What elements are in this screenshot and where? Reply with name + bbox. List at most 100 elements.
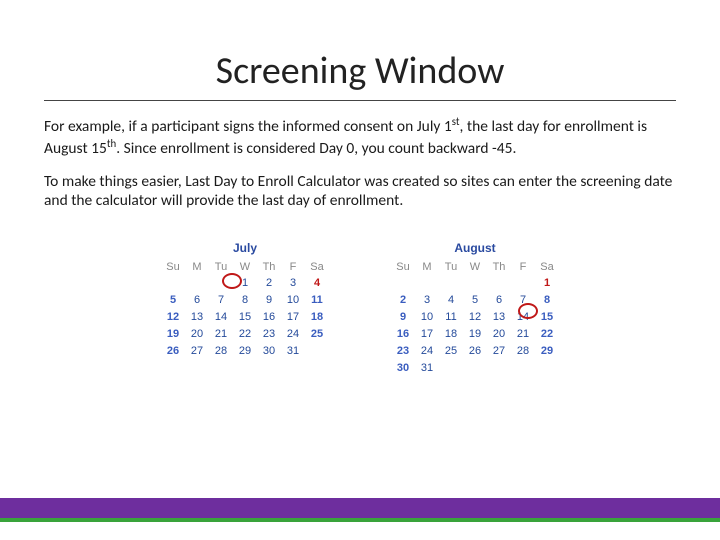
calendar-dow: Su xyxy=(395,260,411,274)
calendar-day: 8 xyxy=(237,293,253,308)
calendar-day: 27 xyxy=(491,344,507,359)
calendar-day xyxy=(539,361,555,376)
calendar-july: JulySuMTuWThFSa1234567891011121314151617… xyxy=(157,241,333,378)
calendar-day: 14 xyxy=(515,310,531,325)
calendar-day: 9 xyxy=(261,293,277,308)
calendar-day: 12 xyxy=(467,310,483,325)
slide-title: Screening Window xyxy=(44,48,676,101)
calendar-day: 1 xyxy=(539,276,555,291)
calendar-day: 24 xyxy=(419,344,435,359)
calendar-day: 11 xyxy=(443,310,459,325)
calendar-dow: M xyxy=(189,260,205,274)
calendar-day: 6 xyxy=(491,293,507,308)
calendar-day xyxy=(443,361,459,376)
calendar-day: 28 xyxy=(213,344,229,359)
calendar-day: 9 xyxy=(395,310,411,325)
calendar-dow: Sa xyxy=(539,260,555,274)
calendar-day: 16 xyxy=(395,327,411,342)
calendar-day: 6 xyxy=(189,293,205,308)
calendar-dow: Tu xyxy=(443,260,459,274)
calendar-day: 1 xyxy=(237,276,253,291)
calendar-day: 5 xyxy=(467,293,483,308)
calendar-day: 7 xyxy=(515,293,531,308)
calendar-day: 21 xyxy=(515,327,531,342)
calendar-day: 19 xyxy=(165,327,181,342)
calendar-day: 27 xyxy=(189,344,205,359)
calendar-day: 18 xyxy=(309,310,325,325)
calendar-day: 10 xyxy=(419,310,435,325)
calendar-day: 26 xyxy=(165,344,181,359)
paragraph-1: For example, if a participant signs the … xyxy=(44,115,676,158)
calendar-day xyxy=(309,344,325,359)
calendar-day xyxy=(165,276,181,291)
calendar-day: 23 xyxy=(261,327,277,342)
calendar-day: 17 xyxy=(419,327,435,342)
calendar-day: 14 xyxy=(213,310,229,325)
calendar-title: August xyxy=(387,241,563,258)
p1-a: For example, if a participant signs the … xyxy=(44,117,452,136)
footer-accent-bar xyxy=(0,498,720,522)
calendar-day: 19 xyxy=(467,327,483,342)
calendar-day: 7 xyxy=(213,293,229,308)
calendar-dow: F xyxy=(515,260,531,274)
calendar-day: 30 xyxy=(261,344,277,359)
calendar-day: 5 xyxy=(165,293,181,308)
p1-sup2: th xyxy=(107,137,116,150)
calendar-day: 15 xyxy=(237,310,253,325)
calendar-day: 22 xyxy=(237,327,253,342)
calendar-day: 2 xyxy=(261,276,277,291)
calendar-day xyxy=(467,276,483,291)
calendar-day xyxy=(189,276,205,291)
calendar-day: 13 xyxy=(491,310,507,325)
calendar-day xyxy=(491,276,507,291)
calendar-day: 25 xyxy=(309,327,325,342)
calendar-dow: W xyxy=(237,260,253,274)
paragraph-2: To make things easier, Last Day to Enrol… xyxy=(44,172,676,211)
p1-c: . Since enrollment is considered Day 0, … xyxy=(116,139,516,158)
calendar-day: 18 xyxy=(443,327,459,342)
calendar-day: 16 xyxy=(261,310,277,325)
calendar-day xyxy=(419,276,435,291)
calendar-dow: Sa xyxy=(309,260,325,274)
calendar-day: 30 xyxy=(395,361,411,376)
calendar-day: 10 xyxy=(285,293,301,308)
calendar-day: 26 xyxy=(467,344,483,359)
calendar-dow: Tu xyxy=(213,260,229,274)
calendar-day xyxy=(395,276,411,291)
calendar-day: 11 xyxy=(309,293,325,308)
p1-sup1: st xyxy=(452,115,460,128)
calendar-day xyxy=(443,276,459,291)
calendar-day: 24 xyxy=(285,327,301,342)
calendar-day: 31 xyxy=(285,344,301,359)
calendar-august: AugustSuMTuWThFSa12345678910111213141516… xyxy=(387,241,563,378)
calendar-dow: Th xyxy=(261,260,277,274)
calendar-day: 20 xyxy=(491,327,507,342)
calendar-day: 29 xyxy=(237,344,253,359)
calendar-day: 4 xyxy=(309,276,325,291)
calendar-day xyxy=(491,361,507,376)
calendar-day: 8 xyxy=(539,293,555,308)
calendar-container: JulySuMTuWThFSa1234567891011121314151617… xyxy=(44,241,676,378)
calendar-title: July xyxy=(157,241,333,258)
calendar-day: 29 xyxy=(539,344,555,359)
calendar-day xyxy=(467,361,483,376)
calendar-day: 17 xyxy=(285,310,301,325)
calendar-day: 31 xyxy=(419,361,435,376)
calendar-dow: M xyxy=(419,260,435,274)
calendar-day: 3 xyxy=(285,276,301,291)
calendar-day: 12 xyxy=(165,310,181,325)
calendar-day xyxy=(213,276,229,291)
calendar-grid: SuMTuWThFSa12345678910111213141516171819… xyxy=(387,258,563,378)
calendar-day xyxy=(515,276,531,291)
calendar-day: 3 xyxy=(419,293,435,308)
calendar-day: 28 xyxy=(515,344,531,359)
calendar-day: 21 xyxy=(213,327,229,342)
calendar-day: 22 xyxy=(539,327,555,342)
calendar-dow: Su xyxy=(165,260,181,274)
calendar-day: 15 xyxy=(539,310,555,325)
calendar-day: 4 xyxy=(443,293,459,308)
calendar-day xyxy=(515,361,531,376)
calendar-day: 23 xyxy=(395,344,411,359)
calendar-day: 25 xyxy=(443,344,459,359)
calendar-day: 20 xyxy=(189,327,205,342)
